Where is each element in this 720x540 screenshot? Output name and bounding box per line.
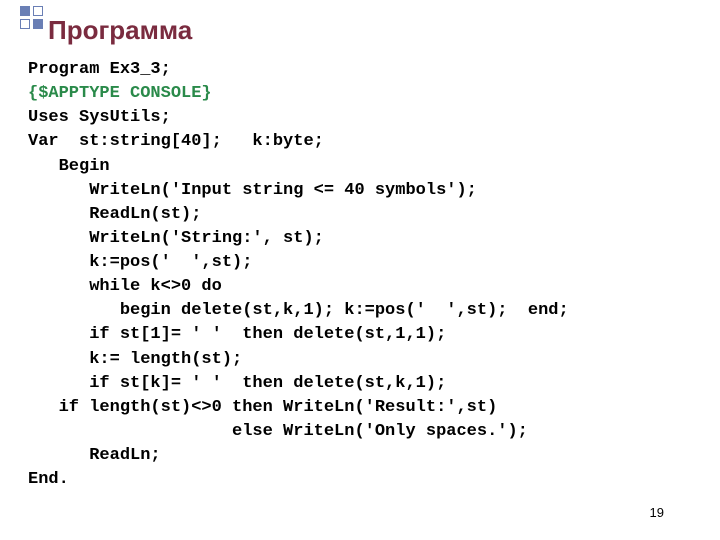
- logo-square: [20, 6, 30, 16]
- code-line: WriteLn('Input string <= 40 symbols');: [28, 179, 569, 203]
- code-line: Program Ex3_3;: [28, 58, 569, 82]
- code-line: End.: [28, 468, 569, 492]
- code-line: ReadLn;: [28, 444, 569, 468]
- code-line: {$APPTYPE CONSOLE}: [28, 82, 569, 106]
- slide-logo: [20, 6, 43, 29]
- code-line: Uses SysUtils;: [28, 106, 569, 130]
- code-line: ReadLn(st);: [28, 203, 569, 227]
- code-line: else WriteLn('Only spaces.');: [28, 420, 569, 444]
- code-line: begin delete(st,k,1); k:=pos(' ',st); en…: [28, 299, 569, 323]
- code-line: Var st:string[40]; k:byte;: [28, 130, 569, 154]
- code-line: while k<>0 do: [28, 275, 569, 299]
- code-line: if length(st)<>0 then WriteLn('Result:',…: [28, 396, 569, 420]
- code-line: if st[k]= ' ' then delete(st,k,1);: [28, 372, 569, 396]
- logo-square: [20, 19, 30, 29]
- code-listing: Program Ex3_3; {$APPTYPE CONSOLE} Uses S…: [28, 58, 569, 492]
- code-line: Begin: [28, 155, 569, 179]
- logo-square: [33, 19, 43, 29]
- code-line: WriteLn('String:', st);: [28, 227, 569, 251]
- code-line: k:=pos(' ',st);: [28, 251, 569, 275]
- logo-square: [33, 6, 43, 16]
- code-line: if st[1]= ' ' then delete(st,1,1);: [28, 323, 569, 347]
- page-number: 19: [650, 505, 664, 520]
- code-line: k:= length(st);: [28, 348, 569, 372]
- slide-title: Программа: [48, 15, 192, 46]
